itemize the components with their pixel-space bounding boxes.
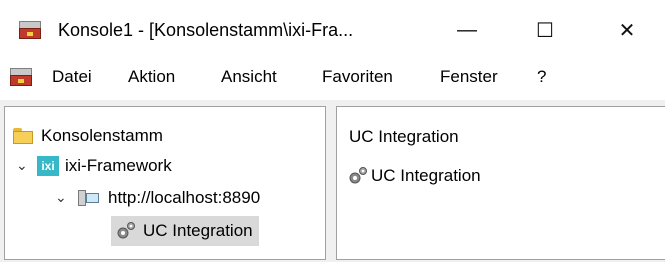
menu-ansicht[interactable]: Ansicht <box>221 67 277 87</box>
tree-item-localhost[interactable]: http://localhost:8890 <box>78 183 260 213</box>
menu-datei[interactable]: Datei <box>52 67 92 87</box>
mmc-window: Konsole1 - [Konsolenstamm\ixi-Fra... — ☐… <box>0 0 665 262</box>
minimize-icon: — <box>457 18 477 41</box>
tree-item-label: ixi-Framework <box>65 156 172 175</box>
maximize-icon: ☐ <box>536 19 554 42</box>
tree-item-label: http://localhost:8890 <box>108 188 261 207</box>
gear-icon <box>347 166 369 186</box>
close-icon: ✕ <box>618 19 636 42</box>
menu-favoriten[interactable]: Favoriten <box>322 67 393 87</box>
server-icon <box>78 189 100 207</box>
folder-icon <box>13 128 33 144</box>
content-area: Konsolenstamm ⌄ ixi ixi-Framework ⌄ http… <box>0 100 665 262</box>
tree-item-uc-integration[interactable]: UC Integration <box>111 216 259 246</box>
chevron-down-icon[interactable]: ⌄ <box>16 157 28 174</box>
result-item-label: UC Integration <box>371 166 481 185</box>
menu-help[interactable]: ? <box>537 67 546 87</box>
console-tree[interactable]: Konsolenstamm ⌄ ixi ixi-Framework ⌄ http… <box>4 106 326 260</box>
menu-bar: Datei Aktion Ansicht Favoriten Fenster ? <box>0 60 665 94</box>
mmc-console-icon[interactable] <box>19 21 41 39</box>
result-item-uc-integration[interactable]: UC Integration <box>347 161 481 191</box>
minimize-button[interactable]: — <box>444 12 490 48</box>
menu-aktion[interactable]: Aktion <box>128 67 175 87</box>
gear-icon <box>115 221 137 241</box>
tree-item-label: Konsolenstamm <box>41 126 163 145</box>
chevron-down-icon[interactable]: ⌄ <box>55 189 67 206</box>
close-button[interactable]: ✕ <box>604 12 650 48</box>
result-pane[interactable]: UC Integration UC Integration <box>336 106 665 260</box>
ixi-icon: ixi <box>37 156 59 176</box>
menu-fenster[interactable]: Fenster <box>440 67 498 87</box>
tree-item-ixi-framework[interactable]: ixi ixi-Framework <box>37 151 172 181</box>
mmc-system-menu-icon[interactable] <box>10 68 32 86</box>
tree-item-konsolenstamm[interactable]: Konsolenstamm <box>13 121 163 151</box>
window-title: Konsole1 - [Konsolenstamm\ixi-Fra... <box>58 20 354 40</box>
title-bar[interactable]: Konsole1 - [Konsolenstamm\ixi-Fra... — ☐… <box>0 0 665 60</box>
maximize-button[interactable]: ☐ <box>522 12 568 48</box>
tree-item-label: UC Integration <box>143 221 253 240</box>
result-header: UC Integration <box>349 127 459 146</box>
